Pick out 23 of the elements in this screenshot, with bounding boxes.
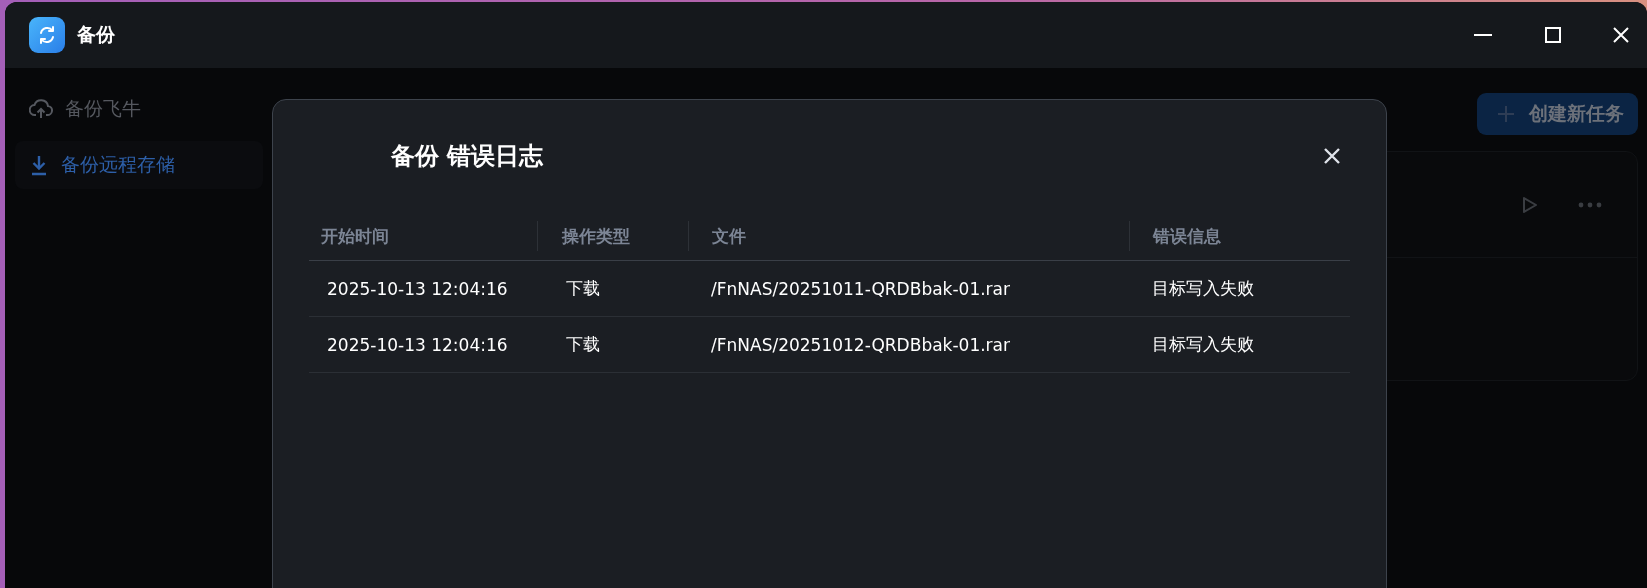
close-icon[interactable] (1323, 147, 1341, 165)
maximize-icon[interactable] (1545, 27, 1561, 43)
column-header: 文件 (688, 221, 1129, 251)
window-title: 备份 (77, 22, 115, 47)
plus-icon (1497, 105, 1515, 123)
table-cell-text: 2025-10-13 12:04:16 (326, 334, 509, 355)
table-cell-text: 下载 (565, 277, 601, 300)
column-header: 操作类型 (537, 221, 688, 251)
column-header: 开始时间 (320, 225, 390, 248)
table-cell-text: 目标写入失败 (1151, 277, 1255, 300)
create-task-button[interactable]: 创建新任务 (1477, 93, 1638, 135)
download-icon (29, 154, 49, 176)
sidebar-item[interactable]: 备份远程存储 (15, 141, 263, 189)
table-cell-text: /FnNAS/20251012-QRDBbak-01.rar (710, 334, 1011, 355)
dialog-title: 备份 错误日志 (391, 141, 545, 172)
table-cell-text: /FnNAS/20251011-QRDBbak-01.rar (710, 278, 1011, 299)
table-cell-text: 下载 (565, 333, 601, 356)
app-logo-icon (29, 17, 65, 53)
sidebar-item[interactable]: 备份飞牛 (15, 85, 263, 133)
table-cell-text: 目标写入失败 (1151, 333, 1255, 356)
column-header: 错误信息 (1129, 221, 1350, 251)
table-cell-text: 2025-10-13 12:04:16 (326, 278, 509, 299)
cloud-upload-icon (29, 98, 53, 120)
